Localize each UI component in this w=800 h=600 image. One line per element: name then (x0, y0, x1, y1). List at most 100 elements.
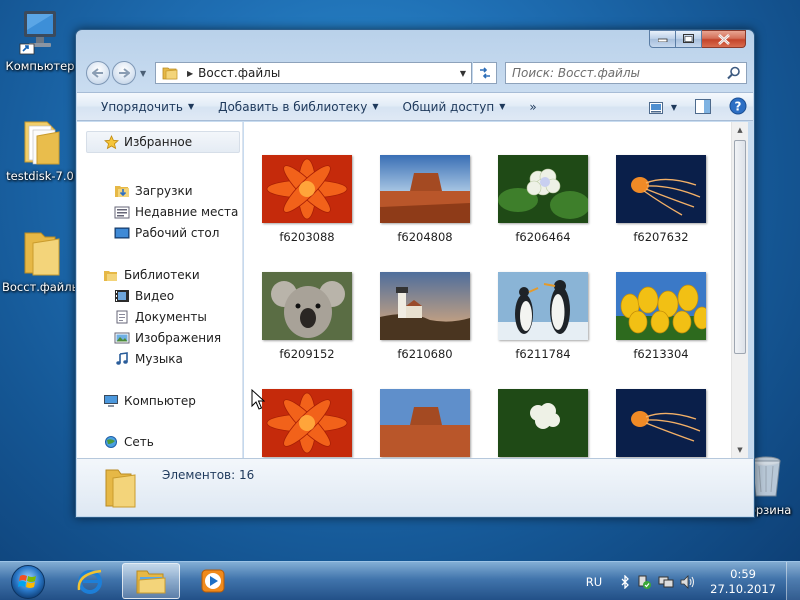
nav-favorites[interactable]: Избранное (86, 131, 240, 153)
desktop-icon-label: Восст.файлы (2, 280, 81, 294)
scroll-down-button[interactable]: ▼ (732, 442, 748, 458)
file-item[interactable] (606, 389, 716, 457)
network-icon (103, 434, 119, 450)
desktop-icon-recovered-files[interactable]: Восст.файлы (2, 229, 81, 294)
nav-documents[interactable]: Документы (114, 309, 207, 325)
nav-label: Библиотеки (124, 268, 200, 282)
arrow-right-icon (119, 68, 130, 78)
nav-network[interactable]: Сеть (103, 434, 154, 450)
file-item[interactable]: f6204808 (370, 155, 480, 244)
image-thumbnail (380, 272, 470, 340)
bluetooth-icon[interactable] (620, 574, 630, 589)
close-button[interactable] (702, 30, 746, 48)
file-view[interactable]: f6203088 f6204808 f6206464 f6207632 f620… (244, 122, 731, 458)
clock-time: 0:59 (730, 566, 756, 581)
desktop-icon-computer[interactable]: Компьютер (2, 8, 78, 73)
organize-button[interactable]: Упорядочить ▼ (77, 100, 206, 114)
file-name: f6204808 (397, 230, 453, 244)
view-icon (648, 101, 663, 114)
star-icon (103, 134, 119, 150)
clock[interactable]: 0:59 27.10.2017 (710, 567, 776, 597)
nav-desktop[interactable]: Рабочий стол (114, 225, 219, 241)
file-item[interactable]: f6211784 (488, 272, 598, 361)
file-item[interactable]: f6209152 (252, 272, 362, 361)
address-bar[interactable]: ▶ Восст.файлы ▼ (155, 62, 472, 84)
explorer-window[interactable]: ▼ ▶ Восст.файлы ▼ Поиск: Восст.файлы Упо… (75, 29, 755, 518)
file-item[interactable] (488, 389, 598, 457)
nav-label: Избранное (124, 135, 193, 149)
documents-icon (114, 309, 130, 325)
nav-label: Компьютер (124, 394, 196, 408)
clock-date: 27.10.2017 (710, 581, 776, 596)
breadcrumb-separator[interactable]: ▶ (187, 69, 193, 78)
recent-places-icon (114, 204, 130, 220)
more-commands-button[interactable]: » (517, 100, 548, 114)
add-to-library-label: Добавить в библиотеку (218, 99, 368, 114)
file-item[interactable]: f6203088 (252, 155, 362, 244)
taskbar-explorer[interactable] (122, 563, 180, 599)
image-thumbnail (498, 389, 588, 457)
forward-button[interactable] (112, 61, 136, 85)
nav-label: Недавние места (135, 205, 239, 219)
nav-music[interactable]: Музыка (114, 351, 183, 367)
desktop-icon-testdisk[interactable]: testdisk-7.0 (2, 118, 78, 183)
file-item[interactable] (370, 389, 480, 457)
language-indicator[interactable]: RU (586, 575, 602, 589)
scroll-up-button[interactable]: ▲ (732, 122, 748, 138)
internet-explorer-icon (77, 569, 102, 594)
chevron-down-icon: ▼ (372, 102, 379, 111)
nav-label: Рабочий стол (135, 226, 220, 240)
folder-icon (24, 121, 60, 165)
refresh-button[interactable] (473, 62, 497, 84)
search-icon[interactable] (727, 66, 741, 80)
nav-libraries[interactable]: Библиотеки (103, 267, 200, 283)
recent-pages-dropdown[interactable]: ▼ (140, 69, 146, 78)
nav-recent-places[interactable]: Недавние места (114, 204, 238, 220)
nav-downloads[interactable]: Загрузки (114, 183, 193, 199)
file-item[interactable]: f6207632 (606, 155, 716, 244)
vertical-scrollbar[interactable]: ▲ ▼ (731, 122, 748, 458)
nav-label: Сеть (124, 435, 154, 449)
command-bar: Упорядочить ▼ Добавить в библиотеку ▼ Общи… (77, 92, 753, 121)
show-desktop-button[interactable] (786, 562, 800, 600)
file-item[interactable]: f6213304 (606, 272, 716, 361)
nav-video[interactable]: Видео (114, 288, 174, 304)
file-item[interactable] (252, 389, 362, 457)
folder-icon (24, 232, 60, 276)
file-item[interactable]: f6210680 (370, 272, 480, 361)
breadcrumb-current[interactable]: Восст.файлы (198, 66, 455, 80)
taskbar-media-player[interactable] (184, 563, 242, 599)
taskbar-internet-explorer[interactable] (61, 563, 119, 599)
file-name: f6203088 (279, 230, 335, 244)
preview-pane-button[interactable] (695, 98, 711, 117)
music-icon (114, 351, 130, 367)
back-button[interactable] (86, 61, 110, 85)
file-item[interactable]: f6206464 (488, 155, 598, 244)
help-icon: ? (729, 97, 747, 115)
file-name: f6210680 (397, 347, 453, 361)
media-player-icon (201, 569, 225, 593)
folder-icon (162, 67, 178, 80)
desktop-icon-label: Компьютер (5, 59, 75, 73)
usb-device-icon[interactable] (636, 575, 652, 589)
scroll-thumb[interactable] (734, 140, 746, 354)
maximize-button[interactable] (676, 30, 702, 48)
share-button[interactable]: Общий доступ ▼ (391, 100, 518, 114)
add-to-library-button[interactable]: Добавить в библиотеку ▼ (206, 100, 390, 114)
nav-computer[interactable]: Компьютер (103, 393, 196, 409)
network-status-icon[interactable] (658, 575, 674, 589)
nav-pictures[interactable]: Изображения (114, 330, 221, 346)
svg-text:?: ? (735, 100, 742, 114)
minimize-button[interactable] (649, 30, 676, 48)
preview-pane-icon (695, 98, 711, 114)
image-thumbnail (262, 272, 352, 340)
volume-icon[interactable] (680, 574, 696, 589)
image-thumbnail (262, 155, 352, 223)
window-controls (649, 30, 746, 48)
address-dropdown[interactable]: ▼ (455, 69, 471, 78)
image-thumbnail (616, 389, 706, 457)
search-input[interactable]: Поиск: Восст.файлы (505, 62, 747, 84)
help-button[interactable]: ? (729, 97, 747, 118)
start-button[interactable] (5, 563, 51, 600)
change-view-button[interactable]: ▼ (648, 101, 677, 114)
